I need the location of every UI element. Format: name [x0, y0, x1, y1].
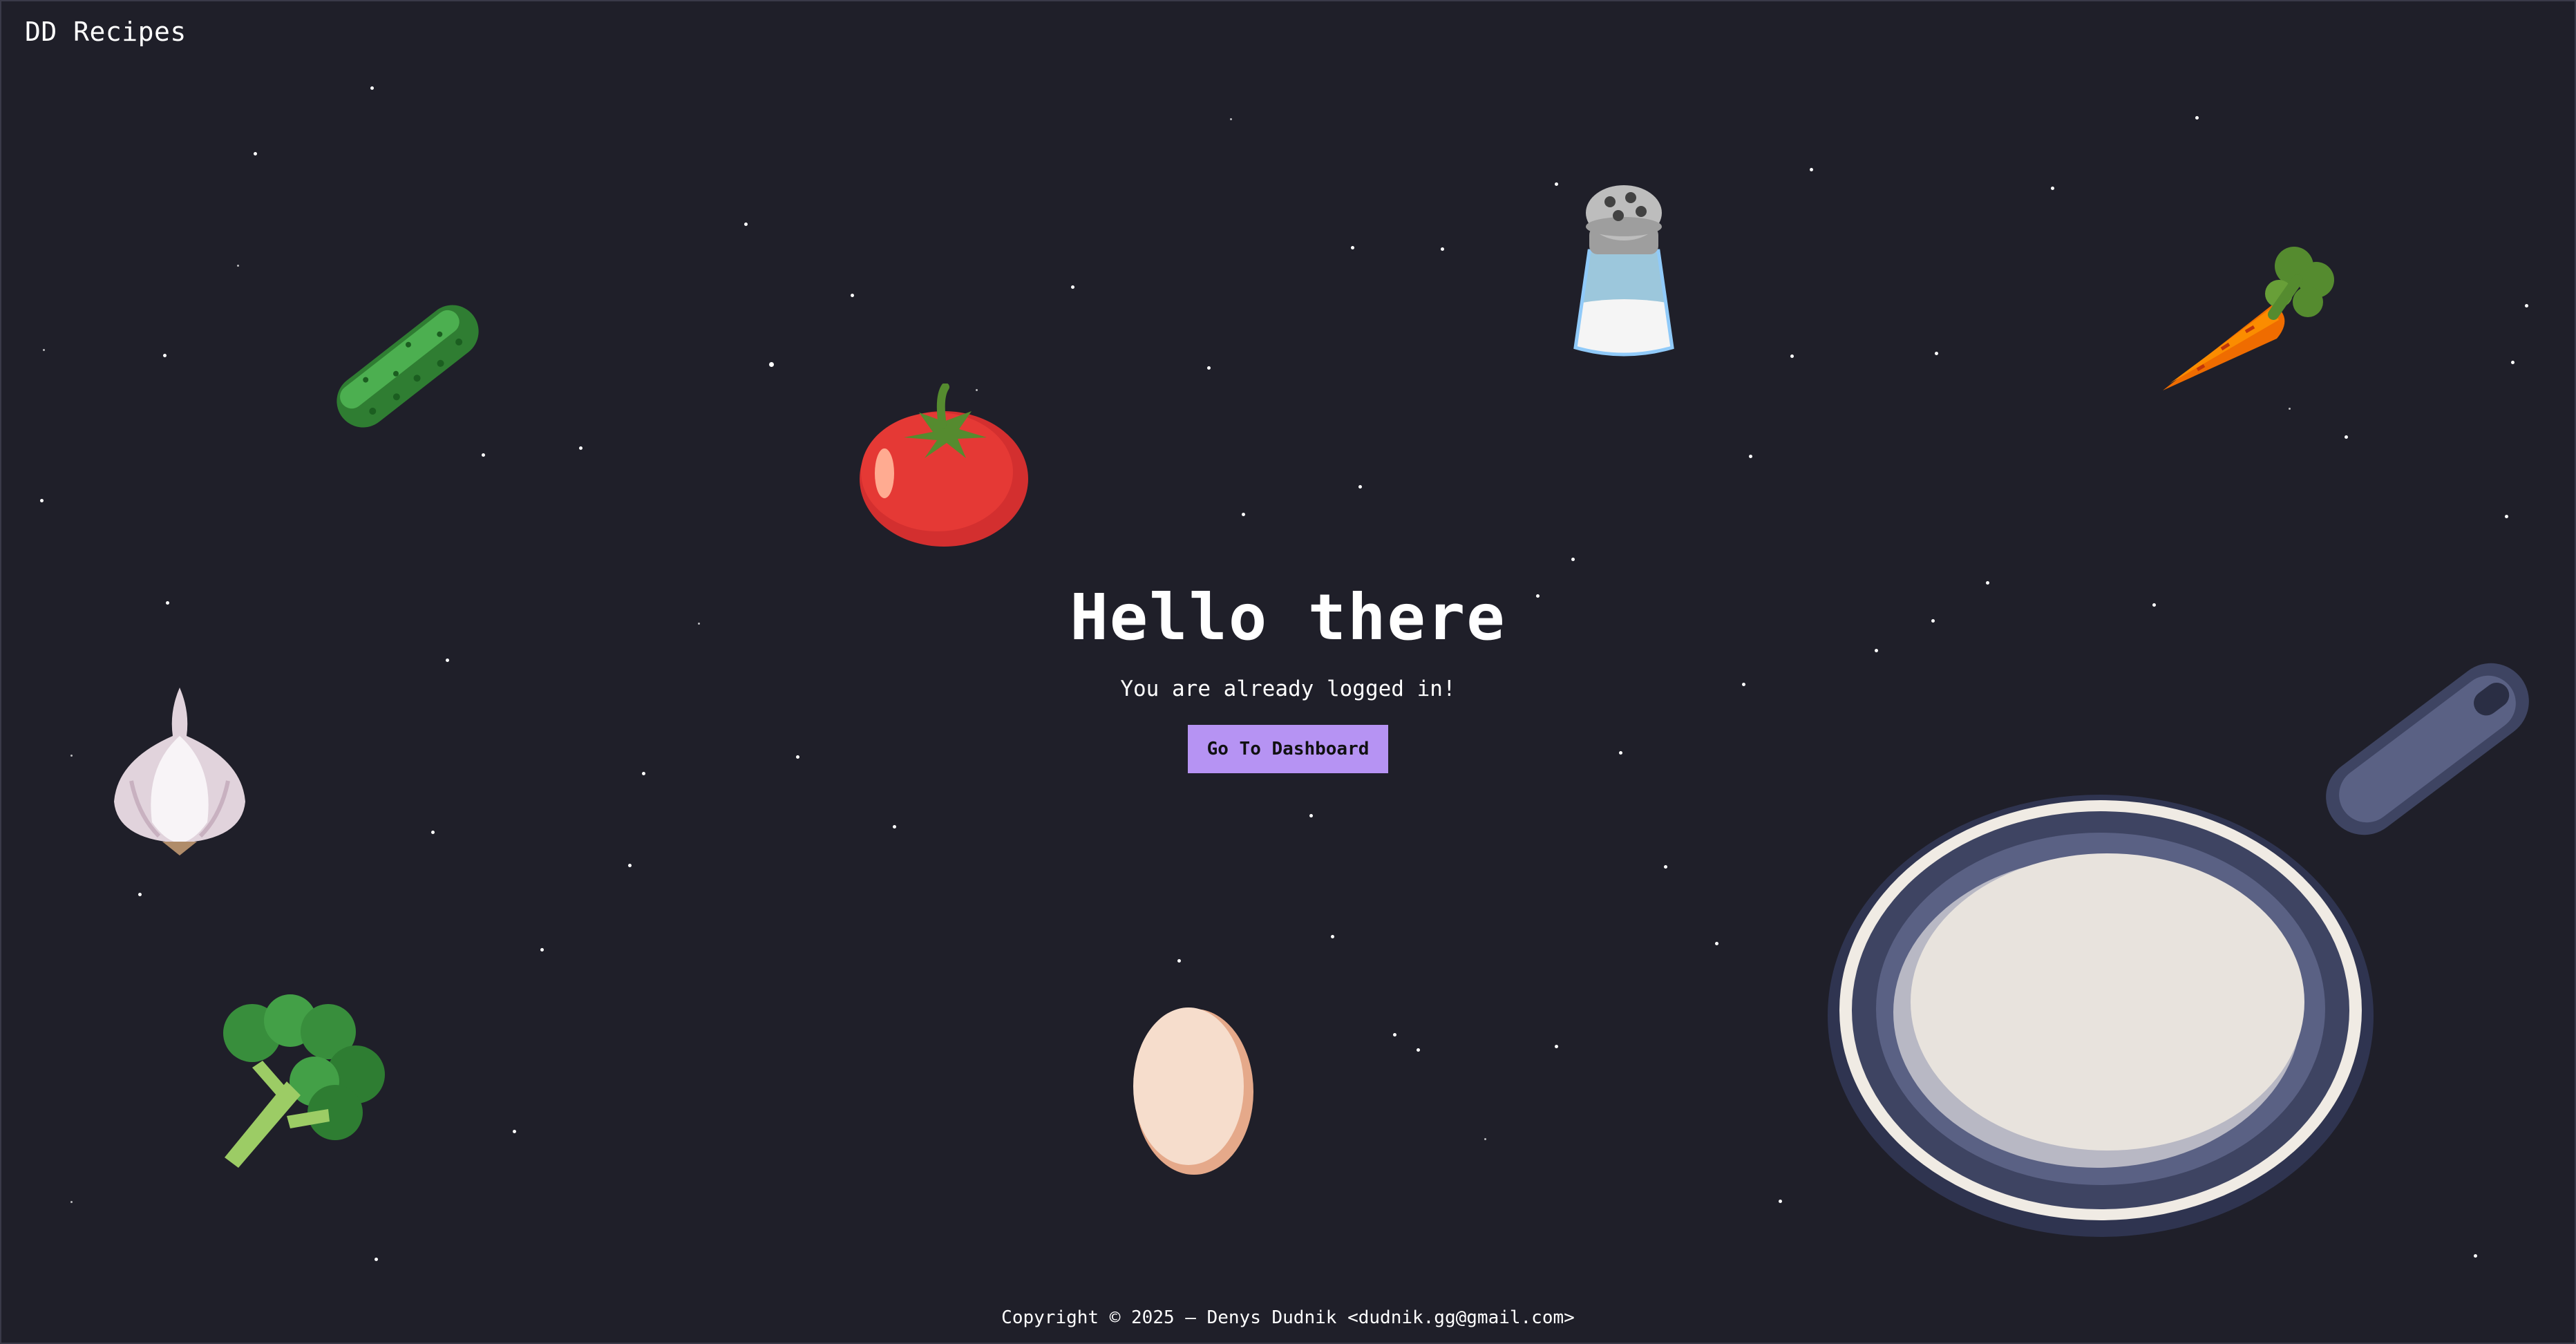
star — [1177, 959, 1181, 963]
star — [2511, 361, 2515, 364]
star — [1715, 942, 1718, 945]
star — [1242, 513, 1245, 516]
brand-logo[interactable]: DD Recipes — [25, 17, 187, 47]
star — [2525, 304, 2528, 307]
star — [1071, 285, 1074, 289]
star — [769, 362, 774, 367]
star — [1935, 352, 1938, 355]
star — [2474, 1254, 2477, 1258]
star — [2195, 116, 2199, 120]
star — [1555, 182, 1558, 186]
star — [2505, 515, 2508, 518]
star — [893, 825, 896, 829]
star — [138, 893, 142, 896]
star — [744, 223, 748, 226]
star — [2051, 187, 2054, 190]
star — [1441, 247, 1444, 251]
hero-section: Hello there You are already logged in! G… — [0, 580, 2576, 773]
star — [851, 294, 854, 297]
star — [1484, 1138, 1486, 1140]
star — [1230, 118, 1232, 120]
star — [628, 864, 632, 867]
star — [2345, 435, 2348, 439]
star — [1810, 168, 1813, 171]
star — [540, 948, 544, 952]
star — [1664, 865, 1667, 869]
star — [579, 446, 583, 450]
star — [1417, 1048, 1420, 1052]
star — [237, 265, 239, 267]
star — [375, 1258, 378, 1261]
star — [1207, 366, 1211, 370]
star — [1790, 354, 1794, 358]
star — [1358, 485, 1362, 489]
star — [1555, 1045, 1558, 1048]
page-title: Hello there — [1070, 580, 1506, 654]
star — [70, 1201, 73, 1203]
star — [513, 1130, 516, 1133]
star — [1393, 1033, 1396, 1037]
star — [431, 831, 435, 834]
star — [482, 453, 485, 457]
egg-icon — [1133, 1007, 1253, 1175]
login-status-text: You are already logged in! — [1120, 676, 1456, 701]
go-to-dashboard-button[interactable]: Go To Dashboard — [1187, 725, 1389, 773]
star — [1309, 814, 1313, 817]
star — [1331, 935, 1334, 938]
tomato-icon — [860, 384, 1028, 547]
carrot-icon — [2163, 247, 2334, 390]
star — [1749, 455, 1752, 458]
broccoli-icon — [223, 994, 385, 1168]
cucumber-icon — [337, 305, 479, 428]
star — [163, 354, 167, 357]
star — [1571, 558, 1575, 561]
salt-shaker-icon — [1573, 185, 1674, 357]
star — [254, 152, 257, 155]
star — [370, 86, 374, 90]
star — [1351, 246, 1354, 249]
star — [1779, 1200, 1782, 1203]
star — [2289, 408, 2291, 410]
star — [40, 499, 44, 502]
star — [43, 349, 45, 351]
footer-copyright: Copyright © 2025 – Denys Dudnik <dudnik.… — [1001, 1307, 1575, 1328]
